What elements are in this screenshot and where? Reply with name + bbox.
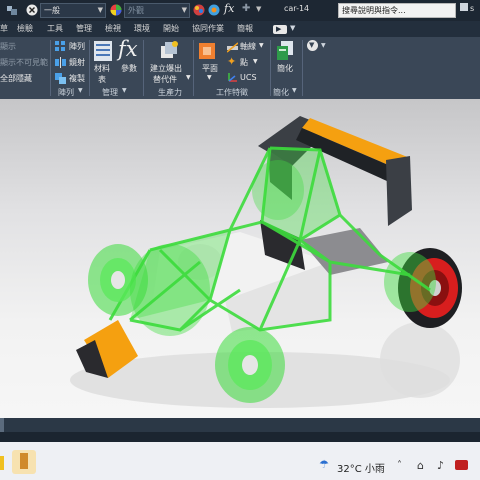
mirror-button[interactable]: 鏡射: [69, 57, 85, 68]
rear-upright: [384, 252, 436, 312]
document-tab-bar: [0, 432, 480, 442]
chevron-down-icon[interactable]: ▼: [253, 58, 258, 65]
create-substitute-button[interactable]: 建立爆出: [150, 63, 182, 74]
style-combo[interactable]: 一般 ▼: [40, 3, 106, 18]
simplify-icon: [277, 41, 293, 60]
user-initial: s: [470, 4, 475, 13]
document-title: car-14: [284, 4, 310, 13]
create-substitute-button-line2[interactable]: 替代件: [153, 74, 177, 85]
work-features-group-title: 工作特徵: [216, 88, 248, 97]
tab-view[interactable]: 檢視: [105, 23, 121, 34]
pattern-button[interactable]: 陣列: [69, 41, 85, 52]
pattern-group-title: 陣列: [58, 88, 74, 97]
materials-table-icon: [94, 41, 112, 61]
hide-all-button[interactable]: 全部隱藏: [0, 73, 32, 84]
tab-environments[interactable]: 環境: [134, 23, 150, 34]
color-override-icon[interactable]: [208, 4, 220, 16]
pinned-app-icon[interactable]: [0, 456, 4, 470]
parameters-icon: fx: [118, 37, 138, 61]
chevron-down-icon: ▼: [97, 6, 103, 14]
tab-tools[interactable]: 工具: [47, 23, 63, 34]
status-bar: [0, 418, 480, 432]
user-icon: [460, 3, 468, 11]
weather-temperature: 32°C: [337, 464, 362, 475]
rain-icon: ☂: [319, 458, 329, 471]
notification-icon[interactable]: [455, 460, 468, 470]
group-divider: [193, 40, 194, 96]
ribbon-tabs: 草 檢驗 工具 管理 檢視 環境 開始 協同作業 簡報 ▶ ▼: [0, 21, 480, 37]
tab-options-arrow-icon[interactable]: ▼: [290, 24, 295, 32]
plane-icon: [199, 43, 215, 59]
weather-widget[interactable]: 32°C 小雨: [337, 460, 385, 475]
browser-toggle[interactable]: [0, 418, 4, 432]
show-not-first-button[interactable]: 顯示不可見範: [0, 57, 48, 68]
tab-presentation[interactable]: 簡報: [237, 23, 253, 34]
productivity-group-title: 生產力: [158, 88, 182, 97]
tab-manage[interactable]: 管理: [76, 23, 92, 34]
chevron-down-icon[interactable]: ▼: [186, 74, 191, 81]
copy-button[interactable]: 複製: [69, 73, 85, 84]
weather-condition: 小雨: [364, 464, 385, 475]
group-divider: [89, 40, 90, 96]
quick-access-toolbar: 一般 ▼ 外觀 ▼ fx ✚ ▼ car-14 搜尋說明與指令... s: [0, 0, 480, 21]
style-combo-value: 一般: [44, 6, 60, 15]
manage-group-title: 管理: [102, 88, 118, 97]
wheel-reflection: [380, 322, 460, 398]
chevron-down-icon: ▼: [181, 6, 187, 14]
ucs-button[interactable]: UCS: [240, 73, 257, 82]
volume-icon[interactable]: ♪: [437, 459, 444, 472]
simplify-group-title: 簡化: [273, 88, 289, 97]
axis-button[interactable]: 軸線: [240, 41, 256, 52]
network-icon[interactable]: ⌂: [417, 459, 424, 472]
simplify-button[interactable]: 簡化: [277, 63, 293, 74]
axis-icon: [227, 42, 238, 53]
user-account[interactable]: s: [460, 3, 474, 13]
ucs-icon: [228, 73, 237, 82]
plane-button[interactable]: 平面: [202, 63, 218, 74]
appearance-combo-value: 外觀: [128, 6, 144, 15]
show-button[interactable]: 顯示: [0, 41, 16, 52]
point-button[interactable]: 點: [240, 57, 248, 68]
tab-collaborate[interactable]: 協同作業: [192, 23, 224, 34]
formula-car-model[interactable]: [0, 99, 480, 418]
color-wheel-icon: [110, 4, 122, 16]
chevron-up-icon[interactable]: ˄: [397, 460, 402, 471]
create-substitute-icon: [161, 41, 178, 58]
chevron-down-icon[interactable]: ▼: [321, 42, 326, 49]
nose-cone-frame: [130, 244, 210, 336]
graphics-window[interactable]: [0, 99, 480, 418]
appearance-combo[interactable]: 外觀 ▼: [124, 3, 190, 18]
chevron-down-icon[interactable]: ▼: [78, 87, 83, 94]
tab-get-started[interactable]: 開始: [163, 23, 179, 34]
search-input[interactable]: 搜尋說明與指令...: [338, 3, 456, 18]
group-divider: [270, 40, 271, 96]
parameters-button[interactable]: 參數: [121, 63, 137, 74]
point-icon: ✦: [227, 55, 237, 68]
chevron-down-icon[interactable]: ▼: [259, 42, 264, 49]
tab-sketch[interactable]: 草: [0, 23, 8, 34]
front-right-wheel: [215, 327, 285, 403]
materials-button[interactable]: 材料: [94, 63, 110, 74]
group-divider: [302, 40, 303, 96]
windows-taskbar: ☂: [0, 442, 480, 480]
materials-button-line2[interactable]: 表: [98, 74, 106, 85]
ribbon-panel: 顯示 顯示不可見範 全部隱藏 陣列 鏡射 複製 陣列 ▼ 材料 表 fx 參數 …: [0, 37, 480, 99]
tab-inspect[interactable]: 檢驗: [17, 23, 33, 34]
chevron-down-icon[interactable]: ▼: [292, 87, 297, 94]
search-placeholder: 搜尋說明與指令...: [342, 6, 406, 15]
fx-parameters-button[interactable]: fx: [224, 2, 234, 15]
chevron-down-icon[interactable]: ▼: [122, 87, 127, 94]
chevron-down-icon[interactable]: ▼: [207, 74, 212, 81]
copy-icon: [55, 73, 66, 84]
rectangular-pattern-icon: [55, 41, 65, 51]
customize-arrow-icon[interactable]: ▼: [256, 5, 261, 13]
group-divider: [143, 40, 144, 96]
update-icon[interactable]: [6, 4, 18, 16]
roll-hoop-frame: [252, 160, 304, 220]
mirror-icon: [55, 57, 66, 68]
close-circle-icon[interactable]: [26, 4, 38, 16]
appearance-icon[interactable]: [193, 4, 205, 16]
group-divider: [50, 40, 51, 96]
plus-icon[interactable]: ✚: [242, 3, 250, 14]
